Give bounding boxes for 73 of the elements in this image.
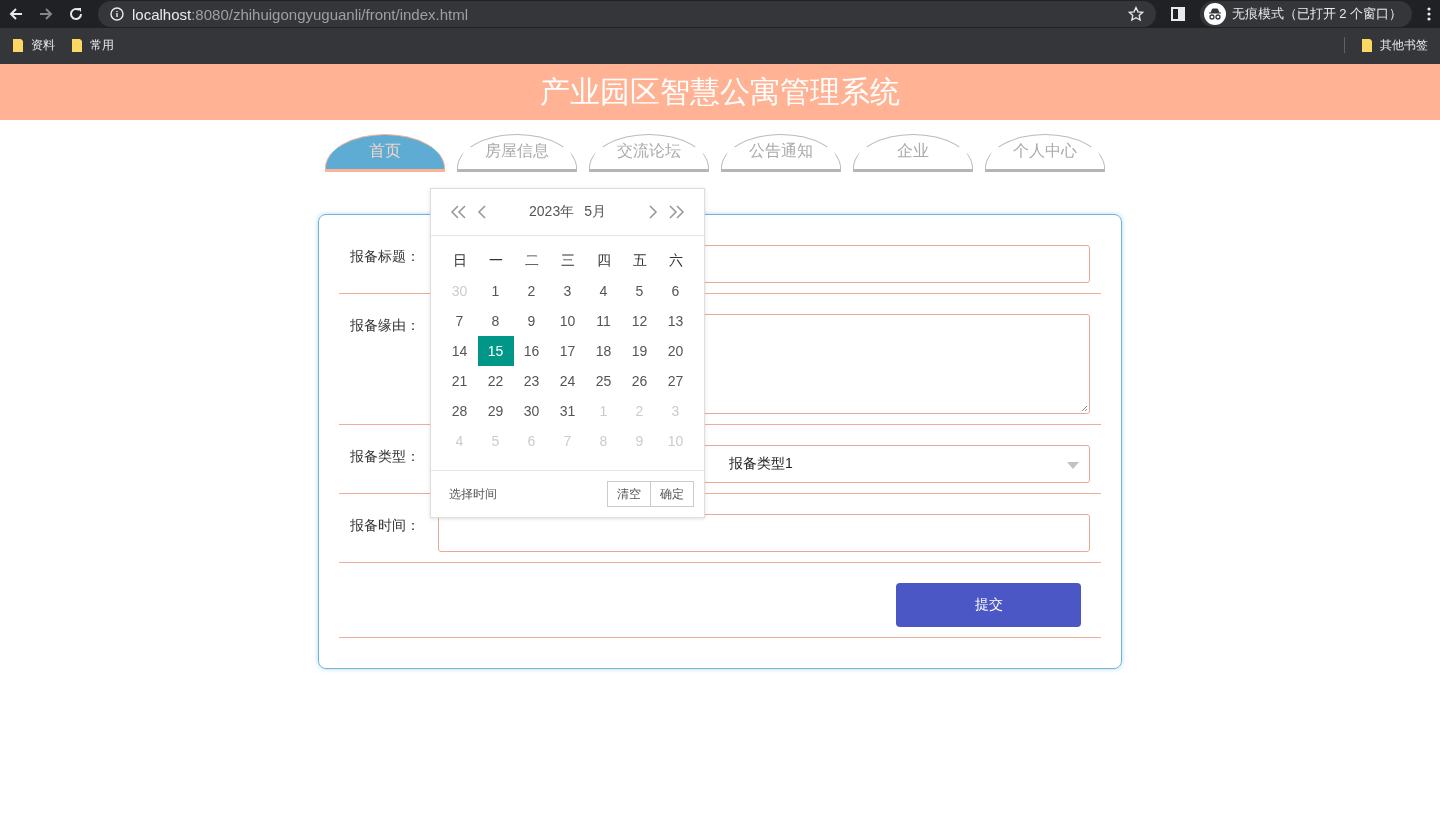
site-title: 产业园区智慧公寓管理系统 [540, 73, 900, 110]
calendar-day[interactable]: 15 [477, 336, 514, 366]
weekday-label: 二 [523, 251, 540, 270]
calendar-day[interactable]: 1 [477, 276, 514, 306]
calendar-day[interactable]: 22 [477, 366, 514, 396]
double-chevron-left-icon[interactable] [449, 205, 467, 219]
calendar-day[interactable]: 27 [657, 366, 694, 396]
calendar-day[interactable]: 21 [441, 366, 478, 396]
calendar-day[interactable]: 28 [441, 396, 478, 426]
calendar-day[interactable]: 31 [549, 396, 586, 426]
bookmark-item[interactable]: 资料 [12, 36, 55, 54]
calendar-day[interactable]: 13 [657, 306, 694, 336]
year-label[interactable]: 2023年 [529, 203, 575, 221]
field-label: 报备类型： [350, 447, 421, 466]
calendar-day[interactable]: 30 [513, 396, 550, 426]
calendar-day[interactable]: 17 [549, 336, 586, 366]
bookmark-item[interactable]: 常用 [71, 36, 114, 54]
calendar-day[interactable]: 20 [657, 336, 694, 366]
weekday-label: 日 [451, 251, 468, 270]
calendar-day[interactable]: 24 [549, 366, 586, 396]
folder-icon [1361, 37, 1373, 53]
address-bar[interactable]: localhost:8080/zhihuigongyuguanli/front/index.html [98, 1, 1156, 27]
weekday-label: 四 [595, 251, 612, 270]
chevron-left-icon[interactable] [477, 205, 487, 219]
info-icon [110, 7, 124, 21]
calendar-day[interactable]: 3 [549, 276, 586, 306]
weekday-label: 一 [487, 251, 504, 270]
calendar-day[interactable]: 5 [621, 276, 658, 306]
month-label[interactable]: 5月 [584, 203, 606, 221]
submit-button[interactable]: 提交 [896, 583, 1081, 627]
weekday-label: 五 [631, 251, 648, 270]
calendar-day[interactable]: 10 [549, 306, 586, 336]
bookmark-item[interactable]: 其他书签 [1361, 36, 1428, 54]
calendar-day[interactable]: 25 [585, 366, 622, 396]
picker-button[interactable]: 确定 [651, 481, 694, 507]
calendar-day[interactable]: 12 [621, 306, 658, 336]
calendar-day[interactable]: 7 [441, 306, 478, 336]
field-label: 报备缘由： [350, 316, 421, 335]
calendar-day[interactable]: 26 [621, 366, 658, 396]
resize-grip-icon [1081, 405, 1088, 412]
chevron-right-icon[interactable] [648, 205, 658, 219]
calendar-day[interactable]: 8 [477, 306, 514, 336]
calendar-day[interactable]: 2 [513, 276, 550, 306]
folder-icon [71, 37, 83, 53]
star-icon[interactable] [1127, 6, 1144, 22]
incognito-icon [1203, 3, 1226, 25]
calendar-day[interactable]: 6 [657, 276, 694, 306]
field-label: 报备标题： [350, 247, 421, 266]
forward-icon[interactable] [38, 6, 54, 22]
side-panel-icon[interactable] [1169, 6, 1186, 22]
reload-icon[interactable] [68, 6, 84, 22]
calendar-day[interactable]: 14 [441, 336, 478, 366]
weekday-label: 三 [559, 251, 576, 270]
select-time-link[interactable]: 选择时间 [449, 485, 497, 503]
calendar-day[interactable]: 16 [513, 336, 550, 366]
more-icon[interactable] [1426, 6, 1432, 22]
folder-icon [12, 37, 24, 53]
double-chevron-right-icon[interactable] [668, 205, 686, 219]
calendar-day[interactable]: 18 [585, 336, 622, 366]
picker-button[interactable]: 清空 [607, 481, 651, 507]
incognito-badge[interactable]: 无痕模式（已打开 2 个窗口） [1199, 1, 1412, 27]
calendar-day[interactable]: 4 [585, 276, 622, 306]
weekday-label: 六 [667, 251, 684, 270]
url-text: localhost:8080/zhihuigongyuguanli/front/index.html [132, 5, 469, 23]
calendar-day[interactable]: 23 [513, 366, 550, 396]
caret-icon [1067, 462, 1079, 469]
field-label: 报备时间： [350, 516, 421, 535]
calendar-day[interactable]: 9 [513, 306, 550, 336]
calendar-day[interactable]: 11 [585, 306, 622, 336]
calendar-day[interactable]: 19 [621, 336, 658, 366]
input-field[interactable] [438, 514, 1090, 552]
back-icon[interactable] [8, 6, 24, 22]
calendar-day[interactable]: 29 [477, 396, 514, 426]
